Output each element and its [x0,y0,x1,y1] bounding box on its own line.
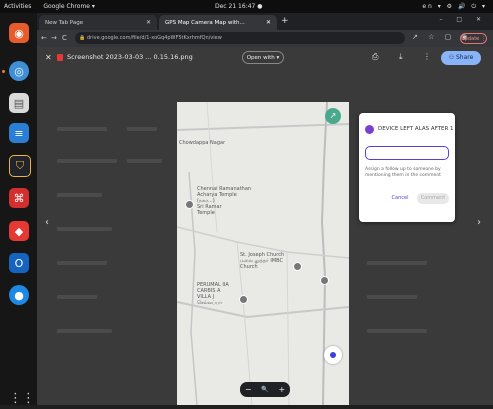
tab-label: GPS Map Camera Map with... [165,19,245,26]
map-corner-icon: ↗ [325,108,341,124]
tab-map-file[interactable]: GPS Map Camera Map with... ✕ [159,15,277,30]
tab-label: New Tab Page [45,19,84,26]
background-row [57,227,112,231]
system-top-bar: Activities Google Chrome ▾ Dec 21 16:47 … [0,0,493,13]
firefox-icon[interactable]: ◉ [9,23,29,43]
clock[interactable]: Dec 21 16:47 ● [215,3,263,10]
zoom-in-button[interactable]: + [278,385,285,394]
map-pin-icon [239,295,248,304]
background-row [57,295,97,299]
update-button[interactable]: Update ⋮ [460,33,487,44]
close-viewer-icon[interactable]: ✕ [45,53,52,62]
comment-hint: Assign a follow up to someone by mention… [365,167,441,178]
forward-button[interactable]: → [51,34,57,42]
close-tab-icon[interactable]: ✕ [266,19,271,26]
app-grid-icon[interactable]: ⋮⋮⋮ [9,389,48,409]
background-row [57,159,117,163]
anydesk-icon[interactable]: ◆ [9,221,29,241]
outlook-icon[interactable]: O [9,253,29,273]
background-row [127,159,162,163]
cancel-button[interactable]: Cancel [389,193,411,204]
map-pin-icon [293,262,302,271]
pdf-icon[interactable]: ⌘ [9,188,29,208]
zoom-controls: − 🔍 + [240,382,290,397]
background-row [127,127,157,131]
tab-strip: New Tab Page ✕ GPS Map Camera Map with..… [37,13,493,30]
background-row [57,261,107,265]
background-row [57,127,107,131]
map-pin-icon [185,200,194,209]
comment-author: DEVICE LEFT ALAS AFTER 1 [378,126,454,132]
background-row [57,193,102,197]
map-label: Chennai Ramanathan Acharya Temple (நகர..… [197,186,252,216]
dock: ◉ ◎ ▤ ≡ ⛉ ⌘ ◆ O ● ⋮⋮⋮ [0,13,48,406]
zoom-out-button[interactable]: − [245,385,252,394]
background-row [367,329,427,333]
background-row [367,295,417,299]
file-name: Screenshot 2023-03-03 ... 0.15.16.png [67,53,193,61]
reload-button[interactable]: C [62,34,67,42]
app-menu[interactable]: Google Chrome ▾ [43,3,95,10]
previous-file-icon[interactable]: ‹ [45,217,49,228]
address-bar[interactable]: 🔒 drive.google.com/file/d/1-xoGq4pWF5tKx… [75,32,405,44]
activities-button[interactable]: Activities [4,3,31,10]
background-row [57,329,112,333]
shield-icon[interactable]: ⛉ [9,155,31,177]
open-with-button[interactable]: Open with ▾ [242,51,284,64]
background-row [367,261,427,265]
comment-dialog: DEVICE LEFT ALAS AFTER 1 Assign a follow… [359,113,455,222]
user-avatar [365,125,374,134]
browser-window: New Tab Page ✕ GPS Map Camera Map with..… [37,13,493,405]
viewer-action-icons[interactable]: ⎙ ⤓ ⋮ [372,52,440,62]
map-pin-icon [320,276,329,285]
url-text: drive.google.com/file/d/1-xoGq4pWF5tKxrh… [87,35,222,41]
writer-icon[interactable]: ≡ [9,123,29,143]
back-button[interactable]: ← [41,34,47,42]
files-icon[interactable]: ▤ [9,93,29,113]
next-file-icon[interactable]: › [477,217,481,228]
share-button[interactable]: ⚇ Share [441,51,481,65]
chrome-icon[interactable]: ◎ [9,61,29,81]
zoom-icon-search[interactable]: 🔍 [261,386,268,393]
comment-button[interactable]: Comment [417,193,449,204]
map-label: Chowdappa Nagar [179,140,226,146]
file-type-icon [57,54,63,61]
new-tab-button[interactable]: + [281,16,289,26]
lock-icon: 🔒 [79,35,86,41]
browser-toolbar: ← → C 🔒 drive.google.com/file/d/1-xoGq4p… [37,30,493,47]
viewer-header: ✕ Screenshot 2023-03-03 ... 0.15.16.png … [37,47,493,69]
location-button [324,346,342,364]
tab-new-tab-page[interactable]: New Tab Page ✕ [39,15,157,30]
map-label: PERUMAL IIA CARBIS A VILLA J செல்லப்பா [197,282,229,306]
close-tab-icon[interactable]: ✕ [146,19,151,26]
comment-input[interactable] [365,146,449,160]
map-screenshot: ↗ Chowdappa Nagar Chennai Ramanathan Ach… [177,102,349,405]
map-label: St. Joseph Church மலை லுத்தர் IMBC Churc… [240,252,285,270]
zoom-icon[interactable]: ● [9,285,29,305]
active-indicator [2,70,5,73]
window-controls[interactable]: – □ ✕ [439,16,487,23]
system-tray[interactable]: en ▾ ⚙ 🔊 ⏻ ▾ [422,3,487,11]
drive-file-viewer: ✕ Screenshot 2023-03-03 ... 0.15.16.png … [37,47,493,405]
